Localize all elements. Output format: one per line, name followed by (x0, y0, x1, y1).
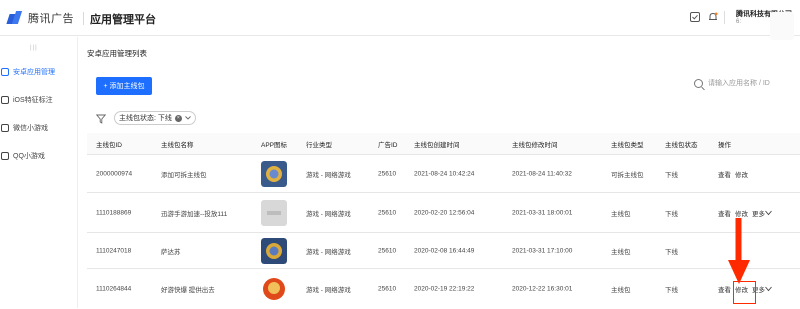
sidebar-item-label: 微信小游戏 (13, 125, 48, 132)
cell-ad-id: 25610 (378, 170, 397, 177)
cell-ad-id: 25610 (378, 247, 397, 254)
more-dropdown[interactable]: 更多 (752, 208, 765, 218)
sidebar-item-ios[interactable]: iOS特征标注 (0, 92, 78, 108)
cell-modified: 2021-03-31 17:10:00 (512, 247, 573, 254)
qq-game-icon (1, 152, 9, 160)
cell-id: 2000000974 (96, 170, 133, 177)
cell-type: 主线包 (611, 287, 631, 294)
cell-status: 下线 (665, 248, 678, 256)
filter-tag-label: 主线包状态: 下线 (119, 115, 172, 122)
view-link[interactable]: 查看 (718, 284, 731, 294)
android-app-icon (1, 68, 9, 76)
cell-name: 迅游手游加速--投放111 (161, 210, 228, 218)
page-title: 安卓应用管理列表 (87, 49, 147, 58)
brand-name: 腾讯广告 (28, 13, 74, 25)
header-divider-right (724, 11, 725, 24)
sidebar-item-android[interactable]: 安卓应用管理 (0, 64, 78, 80)
sidebar: ||| 安卓应用管理 iOS特征标注 微信小游戏 QQ小游戏 (0, 37, 78, 308)
cell-name: 萨达苏 (161, 248, 181, 256)
cell-created: 2020-02-19 22:19:22 (414, 285, 475, 293)
col-header-actions: 操作 (718, 141, 731, 149)
search-box[interactable]: 请输入应用名称 / ID (694, 74, 790, 92)
status-filter-tag[interactable]: 主线包状态: 下线 × (114, 111, 196, 125)
bell-icon[interactable] (708, 12, 718, 22)
tencent-ads-logo-icon (6, 11, 24, 25)
app-thumbnail-icon (261, 199, 287, 226)
top-header: 腾讯广告 应用管理平台 腾讯科技有限公司 6: (0, 0, 800, 40)
sidebar-item-label: iOS特征标注 (13, 97, 53, 104)
col-header-modified: 主线包修改时间 (512, 141, 558, 149)
sidebar-item-label: QQ小游戏 (13, 153, 45, 160)
app-thumbnail-icon (261, 276, 287, 302)
table-row: 1110264844 好游快爆 提供出去 游戏 - 网络游戏 25610 202… (87, 269, 800, 309)
cell-name: 好游快爆 提供出去 (161, 287, 215, 294)
col-header-status: 主线包状态 (665, 141, 698, 149)
col-header-icon: APP图标 (261, 141, 288, 149)
cell-created: 2020-02-08 16:44:49 (414, 247, 475, 254)
cell-ad-id: 25610 (378, 209, 397, 216)
cell-ad-id: 25610 (378, 285, 397, 293)
cell-id: 1110247018 (96, 247, 132, 254)
table-row: 1110188869 迅游手游加速--投放111 游戏 - 网络游戏 25610… (87, 193, 800, 233)
cell-type: 主线包 (611, 210, 631, 218)
cell-created: 2020-02-20 12:56:04 (414, 209, 475, 216)
cell-industry: 游戏 - 网络游戏 (306, 287, 351, 294)
app-thumbnail-icon (261, 160, 287, 187)
add-mainline-package-button[interactable]: + 添加主线包 (96, 77, 152, 95)
header-divider (83, 12, 84, 25)
col-header-type: 主线包类型 (611, 141, 644, 149)
view-link[interactable]: 查看 (718, 208, 731, 218)
col-header-id: 主线包ID (96, 141, 122, 149)
cell-industry: 游戏 - 网络游戏 (306, 210, 351, 218)
annotation-highlight-box (733, 281, 756, 304)
col-header-created: 主线包创建时间 (414, 141, 460, 149)
table-row: 1110247018 萨达苏 游戏 - 网络游戏 25610 2020-02-0… (87, 233, 800, 269)
table-row: 2000000974 添加可拆主线包 游戏 - 网络游戏 25610 2021-… (87, 155, 800, 193)
chevron-down-icon[interactable] (765, 286, 772, 292)
sidebar-item-label: 安卓应用管理 (13, 69, 55, 76)
col-header-name: 主线包名称 (161, 141, 194, 149)
clear-filter-icon[interactable]: × (174, 114, 182, 122)
cell-name: 添加可拆主线包 (161, 171, 207, 179)
annotation-arrow-icon (728, 218, 750, 284)
cell-type: 主线包 (611, 248, 631, 256)
cell-modified: 2020-12-22 16:30:01 (512, 285, 573, 293)
account-id: 6: (736, 19, 742, 25)
cell-status: 下线 (665, 287, 678, 294)
cell-modified: 2021-03-31 18:00:01 (512, 209, 573, 216)
cell-industry: 游戏 - 网络游戏 (306, 171, 351, 179)
cell-modified: 2021-08-24 11:40:32 (512, 170, 572, 177)
col-header-ad-id: 广告ID (378, 141, 398, 149)
sidebar-item-qq-game[interactable]: QQ小游戏 (0, 148, 78, 164)
search-input[interactable]: 请输入应用名称 / ID (708, 78, 770, 88)
chevron-down-icon[interactable] (765, 210, 772, 215)
search-icon (694, 78, 703, 88)
cell-industry: 游戏 - 网络游戏 (306, 248, 351, 256)
table-header-row: 主线包ID 主线包名称 APP图标 行业类型 广告ID 主线包创建时间 主线包修… (87, 133, 800, 155)
ios-icon (1, 96, 9, 104)
edit-link[interactable]: 修改 (735, 169, 748, 179)
wechat-game-icon (1, 124, 9, 132)
platform-title: 应用管理平台 (90, 14, 156, 26)
task-check-icon[interactable] (690, 12, 700, 22)
cell-id: 1110188869 (96, 209, 132, 216)
cell-id: 1110264844 (96, 285, 132, 293)
view-link[interactable]: 查看 (718, 169, 731, 179)
cell-created: 2021-08-24 10:42:24 (414, 170, 475, 177)
col-header-industry: 行业类型 (306, 141, 332, 149)
filter-icon[interactable] (96, 114, 106, 124)
avatar[interactable] (770, 12, 794, 40)
cell-type: 可拆主线包 (611, 171, 644, 179)
edit-link[interactable]: 修改 (735, 208, 748, 218)
cell-status: 下线 (665, 171, 678, 179)
sidebar-collapse-icon[interactable]: ||| (30, 45, 38, 51)
brand-logo[interactable]: 腾讯广告 (6, 10, 74, 26)
app-thumbnail-icon (261, 237, 287, 264)
chevron-down-icon[interactable] (185, 116, 191, 120)
cell-status: 下线 (665, 210, 678, 218)
sidebar-item-wechat-game[interactable]: 微信小游戏 (0, 120, 78, 136)
